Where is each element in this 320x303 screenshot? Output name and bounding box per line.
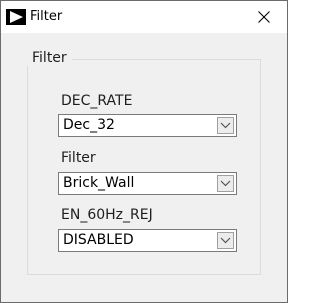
chevron-down-icon (220, 122, 231, 129)
window-title: Filter (30, 9, 63, 24)
en-60hz-rej-select[interactable]: DISABLED (58, 229, 237, 252)
dec-rate-value: Dec_32 (63, 117, 115, 133)
filter-dropdown-button[interactable] (217, 175, 234, 192)
en-60hz-rej-label: EN_60Hz_REJ (61, 207, 153, 223)
filter-select[interactable]: Brick_Wall (58, 172, 237, 195)
filter-window: Filter Filter DEC_RATE Dec_32 Filter Bri… (0, 0, 288, 303)
dialog-client-area: Filter DEC_RATE Dec_32 Filter Brick_Wall (1, 33, 287, 302)
filter-value: Brick_Wall (63, 175, 135, 191)
chevron-down-icon (220, 237, 231, 244)
filter-label: Filter (61, 150, 96, 166)
en-60hz-rej-dropdown-button[interactable] (217, 232, 234, 249)
close-button[interactable] (241, 1, 287, 33)
chevron-down-icon (220, 180, 231, 187)
dec-rate-label: DEC_RATE (61, 93, 133, 109)
title-bar[interactable]: Filter (1, 1, 287, 33)
groupbox-title: Filter (27, 50, 72, 66)
en-60hz-rej-value: DISABLED (63, 232, 134, 248)
close-icon (258, 11, 270, 23)
play-triangle-icon (6, 9, 26, 25)
dec-rate-select[interactable]: Dec_32 (58, 114, 237, 137)
dec-rate-dropdown-button[interactable] (217, 117, 234, 134)
